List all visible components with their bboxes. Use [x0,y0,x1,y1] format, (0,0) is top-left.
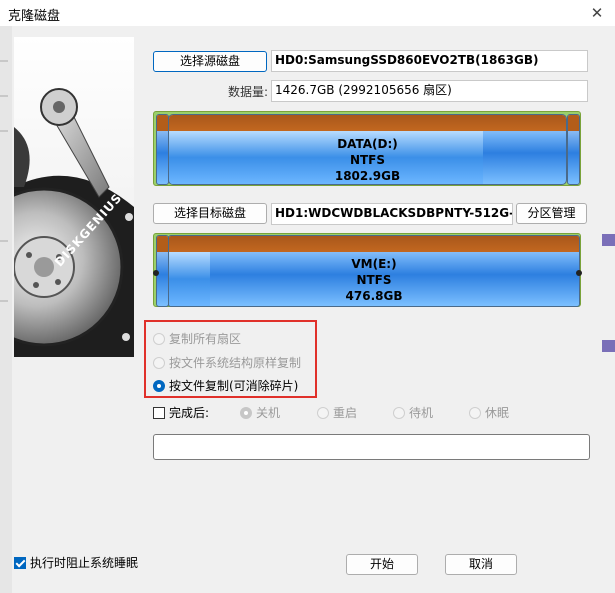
source-disk-field: HD0:SamsungSSD860EVO2TB(1863GB) [271,50,588,72]
partition-name: VM(E:) [351,257,397,271]
radio-icon [469,406,481,419]
background-window-edge [602,340,615,352]
data-size-label: 数据量: [227,85,268,99]
window-title: 克隆磁盘 [8,9,61,24]
partition-size: 476.8GB [345,289,403,303]
data-size-field: 1426.7GB (2992105656 扇区) [271,80,588,102]
partition-manage-button[interactable]: 分区管理 [516,203,587,224]
radio-icon [317,406,329,419]
radio-selected-icon [240,406,252,419]
clone-option-all-sectors[interactable]: 复制所有扇区 [153,330,241,347]
target-partition[interactable]: VM(E:) NTFS 476.8GB [168,235,580,307]
background-window-edge [602,234,615,246]
title-bar [0,0,615,26]
select-target-disk-button[interactable]: 选择目标磁盘 [153,203,267,224]
prevent-sleep-checkbox[interactable]: 执行时阻止系统睡眠 [14,554,138,571]
partition-fs: NTFS [349,153,386,167]
checkbox-checked-icon [14,556,26,569]
clone-option-fs-structure[interactable]: 按文件系统结构原样复制 [153,354,301,371]
resize-handle-icon[interactable] [576,270,582,276]
after-option-restart[interactable]: 重启 [317,404,357,421]
after-completion-checkbox[interactable]: 完成后: [153,404,209,421]
radio-icon [153,356,165,369]
source-disk-map: DATA(D:) NTFS 1802.9GB [153,111,581,186]
partition-size: 1802.9GB [334,169,401,183]
radio-icon [393,406,405,419]
checkbox-icon [153,406,165,419]
select-source-disk-button[interactable]: 选择源磁盘 [153,51,267,72]
after-option-hibernate[interactable]: 休眠 [469,404,509,421]
clone-option-by-file[interactable]: 按文件复制(可消除碎片) [153,377,298,394]
after-option-shutdown[interactable]: 关机 [240,404,280,421]
radio-selected-icon [153,379,165,392]
after-option-standby[interactable]: 待机 [393,404,433,421]
background-window-edge [0,26,12,593]
progress-bar [153,434,590,460]
close-icon[interactable]: ✕ [586,3,608,23]
cancel-button[interactable]: 取消 [445,554,517,575]
radio-icon [153,332,165,345]
edge-tick [0,300,8,302]
resize-handle-icon[interactable] [153,270,159,276]
target-disk-field: HD1:WDCWDBLACKSDBPNTY-512G-110 [271,203,513,225]
edge-tick [0,95,8,97]
source-partition[interactable]: DATA(D:) NTFS 1802.9GB [168,114,567,185]
target-disk-map: VM(E:) NTFS 476.8GB [153,233,582,307]
small-partition [567,114,580,185]
partition-name: DATA(D:) [337,137,398,151]
edge-tick [0,60,8,62]
start-button[interactable]: 开始 [346,554,418,575]
edge-tick [0,130,8,132]
partition-fs: NTFS [356,273,392,287]
edge-tick [0,240,8,242]
